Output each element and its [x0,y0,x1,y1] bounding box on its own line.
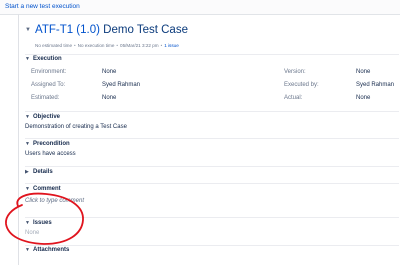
comment-input[interactable]: Click to type comment [25,198,399,204]
chevron-down-icon: ▼ [25,220,30,226]
section-attachments: ▼ Attachments [25,247,399,253]
meta-execution-time: No execution time [77,43,115,48]
objective-text: Demonstration of creating a Test Case [25,124,127,130]
divider [25,217,399,218]
bullet-icon: • [116,43,119,48]
section-objective: ▼ Objective Demonstration of creating a … [25,114,399,130]
chevron-down-icon: ▼ [25,56,30,62]
test-case-name: Demo Test Case [103,24,188,36]
chevron-down-icon: ▼ [25,141,30,147]
section-details-header[interactable]: ▶ Details [25,169,399,175]
executed-by-value: Syed Rahman [356,82,395,88]
section-execution: ▼ Execution [25,56,399,62]
environment-label: Environment: [31,69,67,75]
section-precondition-header[interactable]: ▼ Precondition [25,141,399,147]
chevron-down-icon: ▼ [25,247,30,253]
chevron-right-icon: ▶ [25,169,29,175]
executed-by-label: Executed by: [284,82,319,88]
divider [25,54,399,55]
precondition-text: Users have access [25,151,76,157]
meta-estimated: No estimated time [35,43,73,48]
estimated-label: Estimated: [31,95,60,101]
bullet-icon: • [160,43,163,48]
page-title: ATF-T1 (1.0) Demo Test Case [35,24,188,36]
environment-value: None [102,69,117,75]
version-label: Version: [284,69,306,75]
test-case-panel: ▼ ATF-T1 (1.0) Demo Test Case No estimat… [18,14,400,265]
divider [25,183,399,184]
assigned-to-label: Assigned To: [31,82,66,88]
bullet-icon: • [74,43,76,48]
test-case-meta: No estimated time • No execution time • 05/M… [35,43,179,48]
meta-date: 05/Mar/21 3:22 pm [120,43,159,48]
section-objective-header[interactable]: ▼ Objective [25,114,399,120]
section-title: Details [33,169,53,175]
section-issues: ▼ Issues None [25,220,399,236]
section-title: Precondition [33,141,70,147]
version-value: None [356,69,371,75]
divider [25,111,399,112]
section-execution-header[interactable]: ▼ Execution [25,56,399,62]
collapse-chevron-icon[interactable]: ▼ [25,27,31,33]
assigned-to-value: Syed Rahman [102,82,141,88]
section-title: Execution [33,56,62,62]
divider [25,138,399,139]
estimated-value: None [102,95,117,101]
section-issues-header[interactable]: ▼ Issues [25,220,399,226]
start-new-execution-link[interactable]: Start a new test execution [5,3,80,10]
section-comment: ▼ Comment Click to type comment [25,186,399,204]
issues-value: None [25,230,40,236]
section-title: Comment [33,186,61,192]
top-bar: Start a new test execution [0,0,400,15]
section-details: ▶ Details [25,169,399,175]
section-title: Objective [33,114,61,120]
divider [25,166,399,167]
section-title: Attachments [33,247,70,253]
meta-issues-link[interactable]: 1 issue [164,43,179,48]
section-attachments-header[interactable]: ▼ Attachments [25,247,399,253]
chevron-down-icon: ▼ [25,186,30,192]
section-precondition: ▼ Precondition Users have access [25,141,399,157]
section-title: Issues [33,220,52,226]
actual-value: None [356,95,371,101]
chevron-down-icon: ▼ [25,114,30,120]
actual-label: Actual: [284,95,303,101]
test-case-key[interactable]: ATF-T1 (1.0) [35,24,100,36]
divider [25,245,399,246]
section-comment-header[interactable]: ▼ Comment [25,186,399,192]
